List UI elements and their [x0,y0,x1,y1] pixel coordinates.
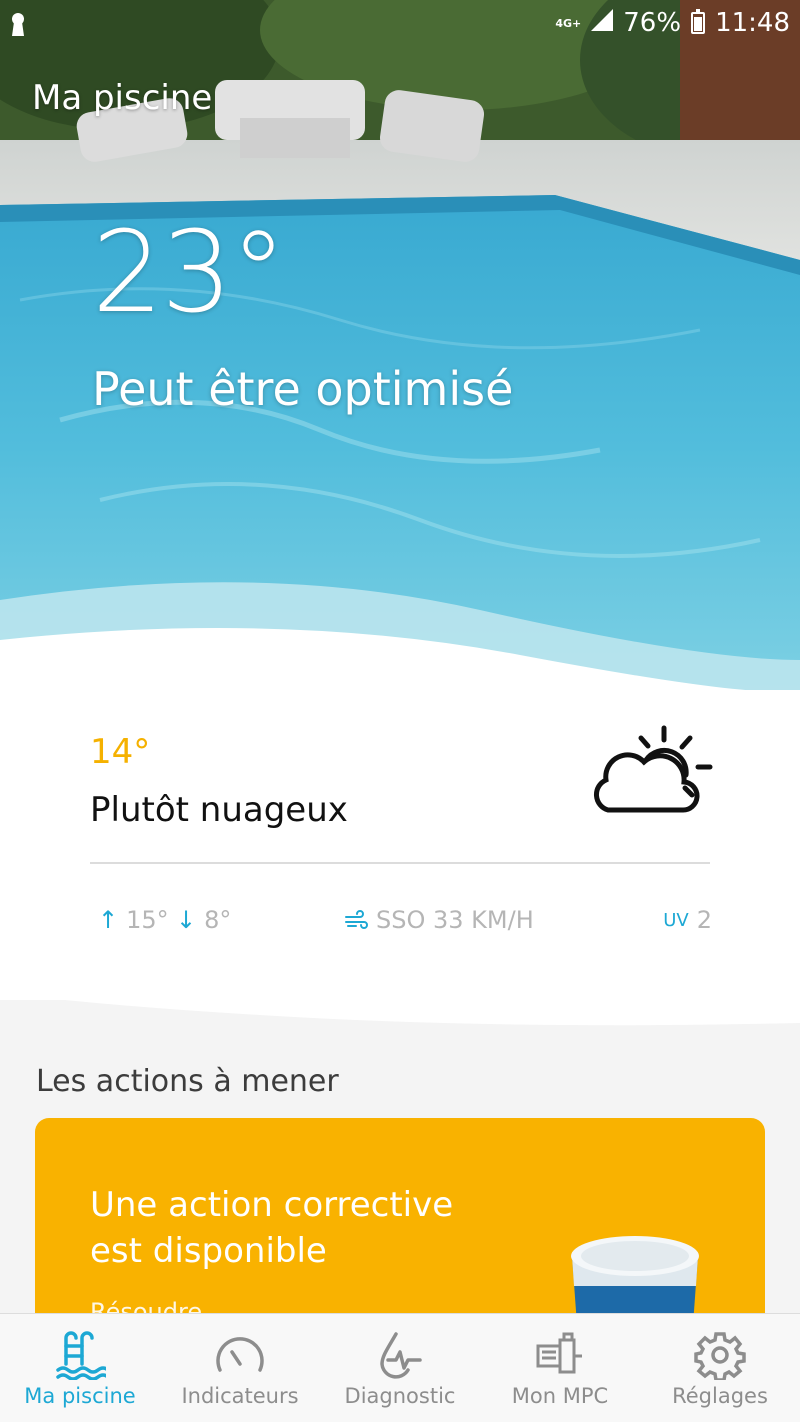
temp-high: ↑ 15° [98,906,169,934]
uv-value: 2 [696,906,712,934]
nav-mon-mpc[interactable]: Mon MPC [480,1314,640,1422]
temp-low-value: 8° [204,906,232,934]
nav-label: Mon MPC [511,1384,609,1408]
nav-diagnostic[interactable]: Diagnostic [320,1314,480,1422]
temp-high-value: 15° [126,906,169,934]
pump-icon [536,1332,582,1374]
nav-label: Diagnostic [344,1384,456,1408]
temp-low: ↓ 8° [176,906,231,934]
wave-divider [0,985,800,1026]
wind-icon [345,910,368,929]
gauge-icon [216,1337,264,1372]
pool-ladder-icon [56,1331,106,1380]
section-title: Les actions à mener [36,1064,339,1099]
divider [90,862,710,864]
gear-icon [694,1332,746,1380]
notification-keyhole-icon [10,12,26,40]
weather-temperature: 14° [90,732,151,772]
nav-label: Ma piscine [24,1384,136,1408]
partly-cloudy-icon [594,725,713,813]
battery-percent: 76% [623,8,682,38]
nav-label: Indicateurs [181,1384,299,1408]
uv-index: UV 2 [663,906,712,934]
bottom-navigation: Ma piscine Indicateurs Diagnostic Mon MP… [0,1313,800,1422]
status-bar: 4G+ 76% 11:48 [0,0,800,50]
wind: SSO 33 KM/H [344,906,534,934]
arrow-up-icon: ↑ [98,906,119,934]
nav-reglages[interactable]: Réglages [640,1314,800,1422]
weather-metrics: ↑ 15° ↓ 8° SSO 33 KM/H UV 2 [98,906,712,946]
network-type: 4G+ [555,16,582,30]
page-title: Ma piscine [32,78,213,118]
nav-indicateurs[interactable]: Indicateurs [160,1314,320,1422]
weather-card[interactable]: 14° Plutôt nuageux ↑ 15° ↓ 8° SSO 33 KM/… [0,690,800,1000]
pool-temperature: 23° [92,208,287,338]
action-card-title: Une action corrective est disponible [90,1185,454,1271]
signal-icon [591,8,614,38]
clock: 11:48 [715,8,790,38]
weather-description: Plutôt nuageux [90,790,348,830]
battery-icon [691,9,706,34]
nav-label: Réglages [672,1384,768,1408]
uv-label: UV [663,909,689,931]
arrow-down-icon: ↓ [176,906,197,934]
water-drop-pulse-icon [380,1332,422,1379]
wind-value: SSO 33 KM/H [376,906,534,934]
hero-banner: 4G+ 76% 11:48 Ma piscine 23° Peut être o… [0,0,800,700]
nav-ma-piscine[interactable]: Ma piscine [0,1314,160,1422]
pool-status[interactable]: Peut être optimisé [92,362,513,416]
